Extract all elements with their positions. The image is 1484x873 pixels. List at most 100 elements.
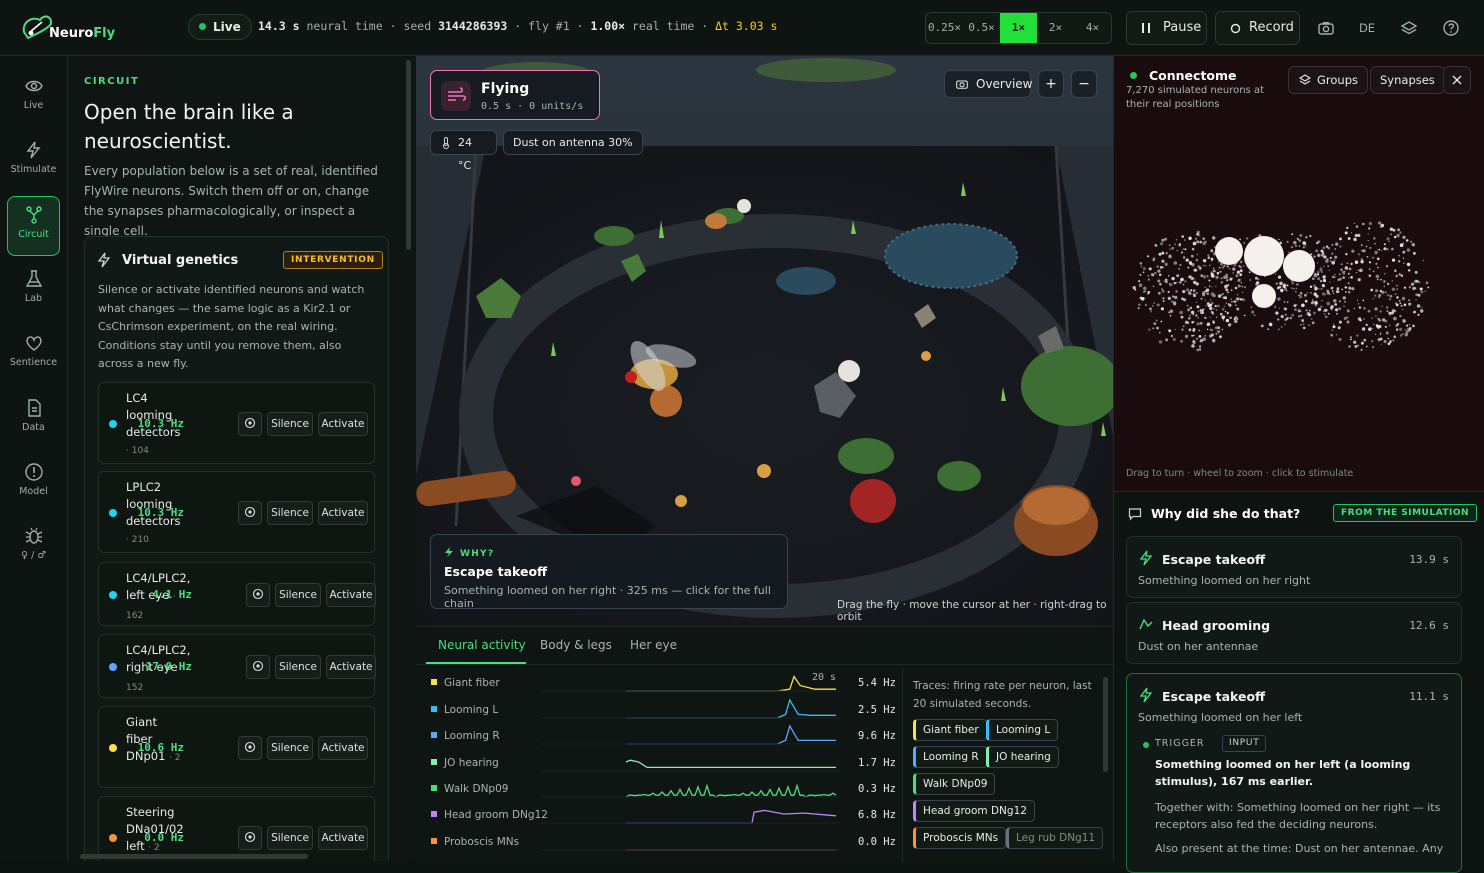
activate-button[interactable]: Activate	[318, 736, 368, 760]
event-card[interactable]: Escape takeoff 13.9 s Something loomed on …	[1126, 536, 1462, 598]
left-panel-scrollbar[interactable]	[406, 60, 411, 250]
nav-item-6[interactable]: Model	[7, 454, 60, 514]
neuron-point	[1363, 338, 1367, 342]
silence-button[interactable]: Silence	[267, 736, 313, 760]
neuron-cluster	[1215, 237, 1243, 265]
temperature-chip[interactable]: 24 °C	[430, 130, 497, 172]
why-card[interactable]: WHY? Escape takeoff Something loomed on …	[430, 534, 788, 610]
speed-option-3[interactable]: 2×	[1037, 13, 1074, 43]
pause-button[interactable]: Pause	[1126, 11, 1207, 45]
tab-1[interactable]: Body & legs	[540, 638, 612, 652]
inspect-button[interactable]	[246, 583, 270, 607]
neuron-point	[1322, 252, 1324, 254]
zoom-out-button[interactable]: −	[1071, 70, 1097, 98]
neuron-point	[1152, 257, 1156, 260]
camera-icon[interactable]	[1316, 18, 1336, 38]
speed-option-1[interactable]: 0.5×	[963, 13, 1000, 43]
activate-button[interactable]: Activate	[318, 826, 368, 850]
trace-chip[interactable]: Giant fiber	[913, 719, 987, 741]
close-connectome-button[interactable]	[1443, 66, 1471, 94]
nav-item-4[interactable]: Sentience	[7, 325, 60, 385]
event-card[interactable]: Escape takeoff 11.1 s Something loomed on …	[1126, 673, 1462, 873]
neuron-point	[1320, 287, 1323, 291]
neuron-point	[1250, 306, 1253, 309]
inspect-button[interactable]	[238, 736, 262, 760]
trace-chip[interactable]: Leg rub DNg11	[1006, 827, 1104, 849]
nav-item-7[interactable]: ♀ / ♂	[7, 518, 60, 578]
help-icon[interactable]	[1441, 18, 1461, 38]
overview-button[interactable]: Overview	[944, 70, 1033, 98]
neuron-point	[1233, 319, 1238, 324]
neuron-point	[1361, 244, 1363, 246]
neuron-point	[1365, 245, 1368, 248]
neuron-point	[1396, 284, 1399, 287]
inspect-button[interactable]	[246, 655, 270, 679]
inspect-button[interactable]	[238, 501, 262, 525]
silence-button[interactable]: Silence	[275, 655, 321, 679]
trace-swatch	[431, 732, 437, 738]
nav-item-3[interactable]: Lab	[7, 261, 60, 321]
silence-button[interactable]: Silence	[267, 826, 313, 850]
neuron-point	[1199, 321, 1203, 325]
population-count: · 2	[169, 753, 181, 763]
neuron-point	[1359, 268, 1363, 273]
why-title: Escape takeoff	[444, 564, 548, 579]
connectome-view[interactable]: Connectome 7,270 simulated neurons at th…	[1114, 56, 1484, 491]
tab-2[interactable]: Her eye	[630, 638, 677, 652]
activity-scrollbar[interactable]	[1103, 677, 1108, 772]
nav-item-2[interactable]: Circuit	[7, 196, 60, 256]
trace-chip[interactable]: Walk DNp09	[913, 773, 996, 795]
nav-item-1[interactable]: Stimulate	[7, 132, 60, 192]
pause-icon	[1142, 23, 1150, 33]
silence-button[interactable]: Silence	[267, 412, 313, 436]
synapses-button[interactable]: Synapses	[1370, 66, 1445, 94]
activate-button[interactable]: Activate	[318, 412, 368, 436]
zoom-in-button[interactable]: +	[1038, 70, 1064, 98]
nav-label: Live	[23, 100, 44, 111]
nav-item-0[interactable]: Live	[7, 68, 60, 128]
silence-button[interactable]: Silence	[275, 583, 321, 607]
silence-button[interactable]: Silence	[267, 501, 313, 525]
neuron-cluster	[1244, 236, 1284, 276]
tab-0[interactable]: Neural activity	[438, 638, 526, 652]
neuron-point	[1386, 310, 1389, 312]
inspect-button[interactable]	[238, 412, 262, 436]
live-status-pill[interactable]: Live	[188, 14, 252, 40]
language-toggle[interactable]: DE	[1357, 18, 1377, 38]
neuron-point	[1227, 303, 1230, 305]
trace-chip[interactable]: Looming R	[913, 746, 987, 768]
neuron-point	[1410, 285, 1412, 287]
neuron-point	[1226, 311, 1229, 315]
event-card[interactable]: Head grooming 12.6 s Dust on her antennae	[1126, 602, 1462, 664]
population-color-dot	[109, 744, 117, 752]
dust-chip[interactable]: Dust on antenna 30%	[503, 130, 643, 155]
trace-chip[interactable]: JO hearing	[986, 746, 1059, 768]
activate-button[interactable]: Activate	[326, 655, 376, 679]
neuron-point	[1315, 294, 1319, 298]
neuron-point	[1408, 269, 1411, 272]
activate-button[interactable]: Activate	[326, 583, 376, 607]
neuron-point	[1374, 243, 1376, 245]
neuron-point	[1326, 291, 1330, 295]
speed-option-2[interactable]: 1×	[1000, 13, 1037, 43]
inspect-button[interactable]	[238, 826, 262, 850]
nav-item-5[interactable]: Data	[7, 390, 60, 450]
groups-button[interactable]: Groups	[1288, 66, 1369, 94]
neuron-point	[1333, 259, 1336, 262]
neuron-point	[1350, 232, 1353, 234]
trace-chip[interactable]: Looming L	[986, 719, 1059, 741]
activate-button[interactable]: Activate	[318, 501, 368, 525]
horizontal-scrollbar[interactable]	[80, 854, 308, 859]
layers-icon[interactable]	[1399, 18, 1419, 38]
arena-viewport[interactable]: Flying 0.5 s · 0 units/s 24 °C Dust on a…	[416, 56, 1113, 626]
population-card: Steering DNa01/02 left · 2 0.0 Hz Silence A…	[98, 796, 375, 861]
record-button[interactable]: Record	[1215, 11, 1300, 45]
trace-chip[interactable]: Proboscis MNs	[913, 827, 1007, 849]
trace-chip[interactable]: Head groom DNg12	[913, 800, 1035, 822]
behavior-card[interactable]: Flying 0.5 s · 0 units/s	[430, 70, 600, 120]
speed-option-0[interactable]: 0.25×	[926, 13, 963, 43]
neuron-point	[1289, 316, 1292, 320]
neuron-point	[1303, 323, 1305, 325]
neuron-point	[1174, 328, 1176, 330]
speed-option-4[interactable]: 4×	[1074, 13, 1111, 43]
